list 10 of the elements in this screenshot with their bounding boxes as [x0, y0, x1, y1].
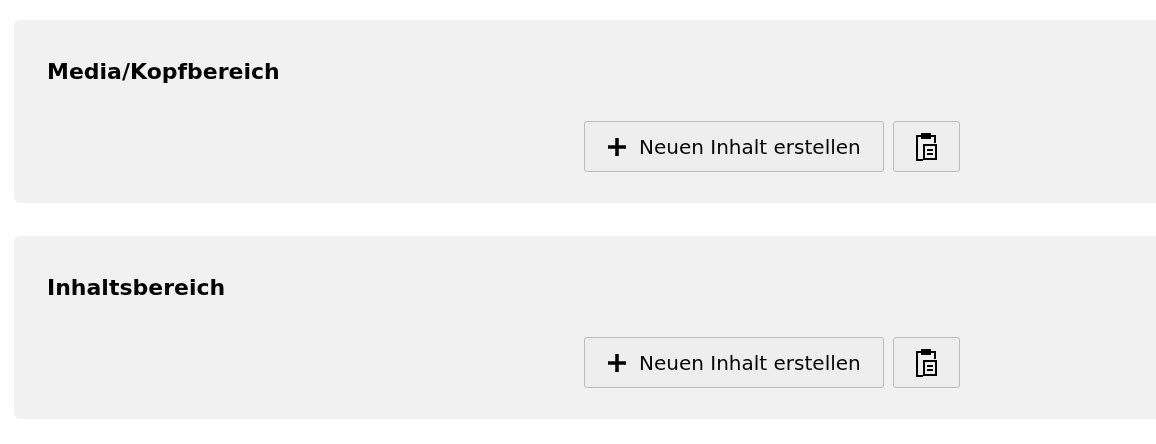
paste-button[interactable] — [892, 121, 960, 172]
paste-button[interactable] — [892, 337, 960, 388]
clipboard-icon — [914, 131, 939, 162]
plus-icon — [607, 352, 627, 373]
new-content-button[interactable]: Neuen Inhalt erstellen — [584, 121, 884, 172]
section-title: Media/Kopfbereich — [47, 58, 281, 86]
clipboard-icon — [914, 347, 939, 378]
section-title: Inhaltsbereich — [47, 274, 227, 302]
new-content-button[interactable]: Neuen Inhalt erstellen — [584, 337, 884, 388]
plus-icon — [607, 136, 627, 157]
